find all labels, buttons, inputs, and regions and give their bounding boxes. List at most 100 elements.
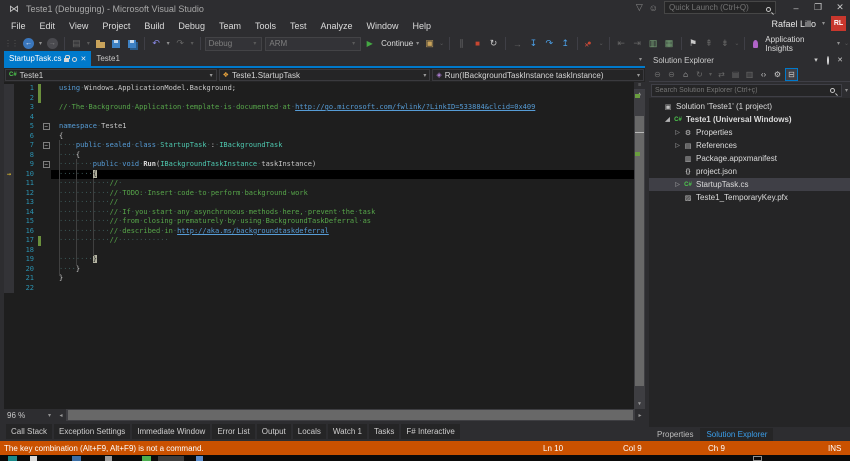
breakpoint-margin[interactable] bbox=[4, 274, 14, 284]
pin-icon[interactable] bbox=[72, 56, 78, 62]
menu-debug[interactable]: Debug bbox=[171, 19, 212, 33]
step-out-icon[interactable]: ↥ bbox=[558, 36, 573, 51]
menu-project[interactable]: Project bbox=[95, 19, 137, 33]
se-sync-icon[interactable]: ⇄ bbox=[715, 68, 728, 81]
editor-vertical-scrollbar[interactable]: ≡ ▲ ▼ bbox=[634, 82, 645, 409]
new-project-icon[interactable]: ▤ bbox=[69, 36, 84, 51]
breakpoint-margin[interactable] bbox=[4, 160, 14, 170]
outlining-margin[interactable]: − bbox=[41, 160, 51, 170]
se-search-caret-icon[interactable]: ▾ bbox=[845, 87, 848, 94]
break-all-icon[interactable]: ∥ bbox=[454, 36, 469, 51]
taskbar-app-icon[interactable] bbox=[196, 456, 203, 461]
send-feedback-icon[interactable]: ☺ bbox=[649, 3, 658, 13]
breakpoint-margin[interactable] bbox=[4, 198, 14, 208]
toolbar-overflow-icon[interactable]: ⌄ bbox=[438, 40, 445, 47]
application-insights-overflow-icon[interactable]: ⌄ bbox=[843, 40, 850, 47]
menu-file[interactable]: File bbox=[4, 19, 33, 33]
solution-platforms-dropdown[interactable]: ARM ▾ bbox=[265, 36, 362, 51]
breakpoint-margin[interactable] bbox=[4, 179, 14, 189]
uncomment-icon[interactable]: ▦ bbox=[662, 36, 677, 51]
horizontal-scrollbar-thumb[interactable] bbox=[68, 410, 633, 420]
scroll-left-icon[interactable]: ◂ bbox=[56, 412, 66, 419]
new-project-caret-icon[interactable]: ▾ bbox=[85, 40, 92, 47]
menu-view[interactable]: View bbox=[62, 19, 95, 33]
document-tab-teste1[interactable]: Teste1 bbox=[91, 51, 125, 66]
panel-tab-solution-explorer[interactable]: Solution Explorer bbox=[700, 428, 774, 441]
panel-tab-properties[interactable]: Properties bbox=[651, 428, 699, 441]
breakpoint-margin[interactable] bbox=[4, 93, 14, 103]
breakpoint-margin[interactable] bbox=[4, 188, 14, 198]
breakpoint-margin[interactable] bbox=[4, 122, 14, 132]
se-filter-icon[interactable]: ↻ bbox=[693, 68, 706, 81]
application-insights-icon[interactable] bbox=[749, 36, 764, 51]
type-dropdown[interactable]: ❖ Teste1.StartupTask ▾ bbox=[218, 69, 431, 81]
outlining-margin[interactable]: − bbox=[41, 122, 51, 132]
stop-debugging-icon[interactable]: ■ bbox=[470, 36, 485, 51]
menu-window[interactable]: Window bbox=[360, 19, 406, 33]
bookmark-icon[interactable]: ⚑ bbox=[686, 36, 701, 51]
taskbar-app-icon[interactable] bbox=[142, 456, 151, 461]
step-over-icon[interactable]: ↷ bbox=[542, 36, 557, 51]
breakpoint-margin[interactable] bbox=[4, 264, 14, 274]
taskbar-app-icon[interactable] bbox=[8, 456, 17, 461]
undo-caret-icon[interactable]: ▾ bbox=[165, 40, 172, 47]
document-tab-startuptask-cs[interactable]: StartupTask.cs ✕ bbox=[4, 51, 92, 66]
breakpoint-margin[interactable] bbox=[4, 103, 14, 113]
menu-analyze[interactable]: Analyze bbox=[314, 19, 360, 33]
expander-open-icon[interactable]: ◢ bbox=[663, 116, 672, 123]
scroll-right-icon[interactable]: ▸ bbox=[635, 412, 645, 419]
save-all-icon[interactable] bbox=[125, 36, 140, 51]
tree-item-teste1-universal-windows-[interactable]: ◢ C# Teste1 (Universal Windows) bbox=[649, 113, 850, 126]
member-dropdown[interactable]: ◈ Run(IBackgroundTaskInstance taskInstan… bbox=[432, 69, 645, 81]
step-into-icon[interactable]: ↧ bbox=[526, 36, 541, 51]
tool-tab-tasks[interactable]: Tasks bbox=[368, 423, 400, 439]
menu-test[interactable]: Test bbox=[283, 19, 314, 33]
expander-closed-icon[interactable]: ▷ bbox=[673, 181, 682, 188]
breakpoint-margin[interactable] bbox=[4, 112, 14, 122]
breakpoints-overflow-icon[interactable]: ⌄ bbox=[598, 40, 605, 47]
bookmark-overflow-icon[interactable]: ⌄ bbox=[733, 40, 740, 47]
solution-explorer-search-input[interactable] bbox=[651, 83, 842, 97]
outlining-margin[interactable]: − bbox=[41, 141, 51, 151]
taskbar-app-icon[interactable] bbox=[72, 456, 81, 461]
se-collapse-all-icon[interactable]: ⊟ bbox=[785, 67, 798, 81]
tree-item-teste1-temporarykey-pfx[interactable]: ▨ Teste1_TemporaryKey.pfx bbox=[649, 191, 850, 204]
breakpoint-margin[interactable] bbox=[4, 131, 14, 141]
taskbar-tray-icon[interactable] bbox=[753, 456, 762, 461]
breakpoint-margin[interactable] bbox=[4, 207, 14, 217]
user-menu-caret-icon[interactable]: ▾ bbox=[820, 20, 827, 27]
se-home-icon[interactable]: ⌂ bbox=[679, 68, 692, 81]
navigate-forward-icon[interactable]: → bbox=[45, 36, 60, 51]
menu-team[interactable]: Team bbox=[212, 19, 248, 33]
se-preview-icon[interactable]: ▥ bbox=[743, 68, 756, 81]
breakpoint-margin[interactable] bbox=[4, 236, 14, 246]
tool-tab-locals[interactable]: Locals bbox=[292, 423, 326, 439]
zoom-dropdown[interactable]: 96 % ▾ bbox=[4, 409, 56, 421]
se-view-code-icon[interactable]: ‹› bbox=[757, 68, 770, 81]
project-dropdown[interactable]: C# Teste1 ▾ bbox=[5, 69, 217, 81]
breakpoint-margin[interactable] bbox=[4, 217, 14, 227]
signed-in-user[interactable]: Rafael Lillo bbox=[771, 19, 816, 29]
tree-item-properties[interactable]: ▷ ⚙ Properties bbox=[649, 126, 850, 139]
breakpoint-margin[interactable] bbox=[4, 283, 14, 293]
navigate-backward-caret-icon[interactable]: ▾ bbox=[37, 40, 44, 47]
code-editor[interactable]: 1 using·Windows.ApplicationModel.Backgrou… bbox=[4, 82, 645, 409]
tool-tab-call-stack[interactable]: Call Stack bbox=[6, 423, 53, 439]
navigate-back-context-icon[interactable]: ⇤ bbox=[614, 36, 629, 51]
se-properties-icon[interactable]: ⚙ bbox=[771, 68, 784, 81]
editor-horizontal-scrollbar[interactable] bbox=[66, 409, 635, 421]
breakpoint-margin[interactable] bbox=[4, 226, 14, 236]
breakpoint-margin[interactable] bbox=[4, 150, 14, 160]
panel-close-icon[interactable]: ✕ bbox=[834, 56, 846, 64]
se-forward-icon[interactable]: ⊖ bbox=[665, 68, 678, 81]
restart-icon[interactable]: ↻ bbox=[486, 36, 501, 51]
current-statement-arrow-icon[interactable]: → bbox=[4, 169, 14, 179]
taskbar-app-icon[interactable] bbox=[105, 456, 112, 461]
navigate-backward-icon[interactable]: ← bbox=[21, 36, 36, 51]
breakpoint-margin[interactable] bbox=[4, 245, 14, 255]
breakpoint-margin[interactable] bbox=[4, 84, 14, 94]
open-file-icon[interactable] bbox=[93, 36, 108, 51]
user-avatar[interactable]: RL bbox=[831, 16, 846, 31]
continue-caret-icon[interactable]: ▾ bbox=[414, 40, 421, 47]
active-files-dropdown-icon[interactable]: ▾ bbox=[639, 56, 642, 63]
